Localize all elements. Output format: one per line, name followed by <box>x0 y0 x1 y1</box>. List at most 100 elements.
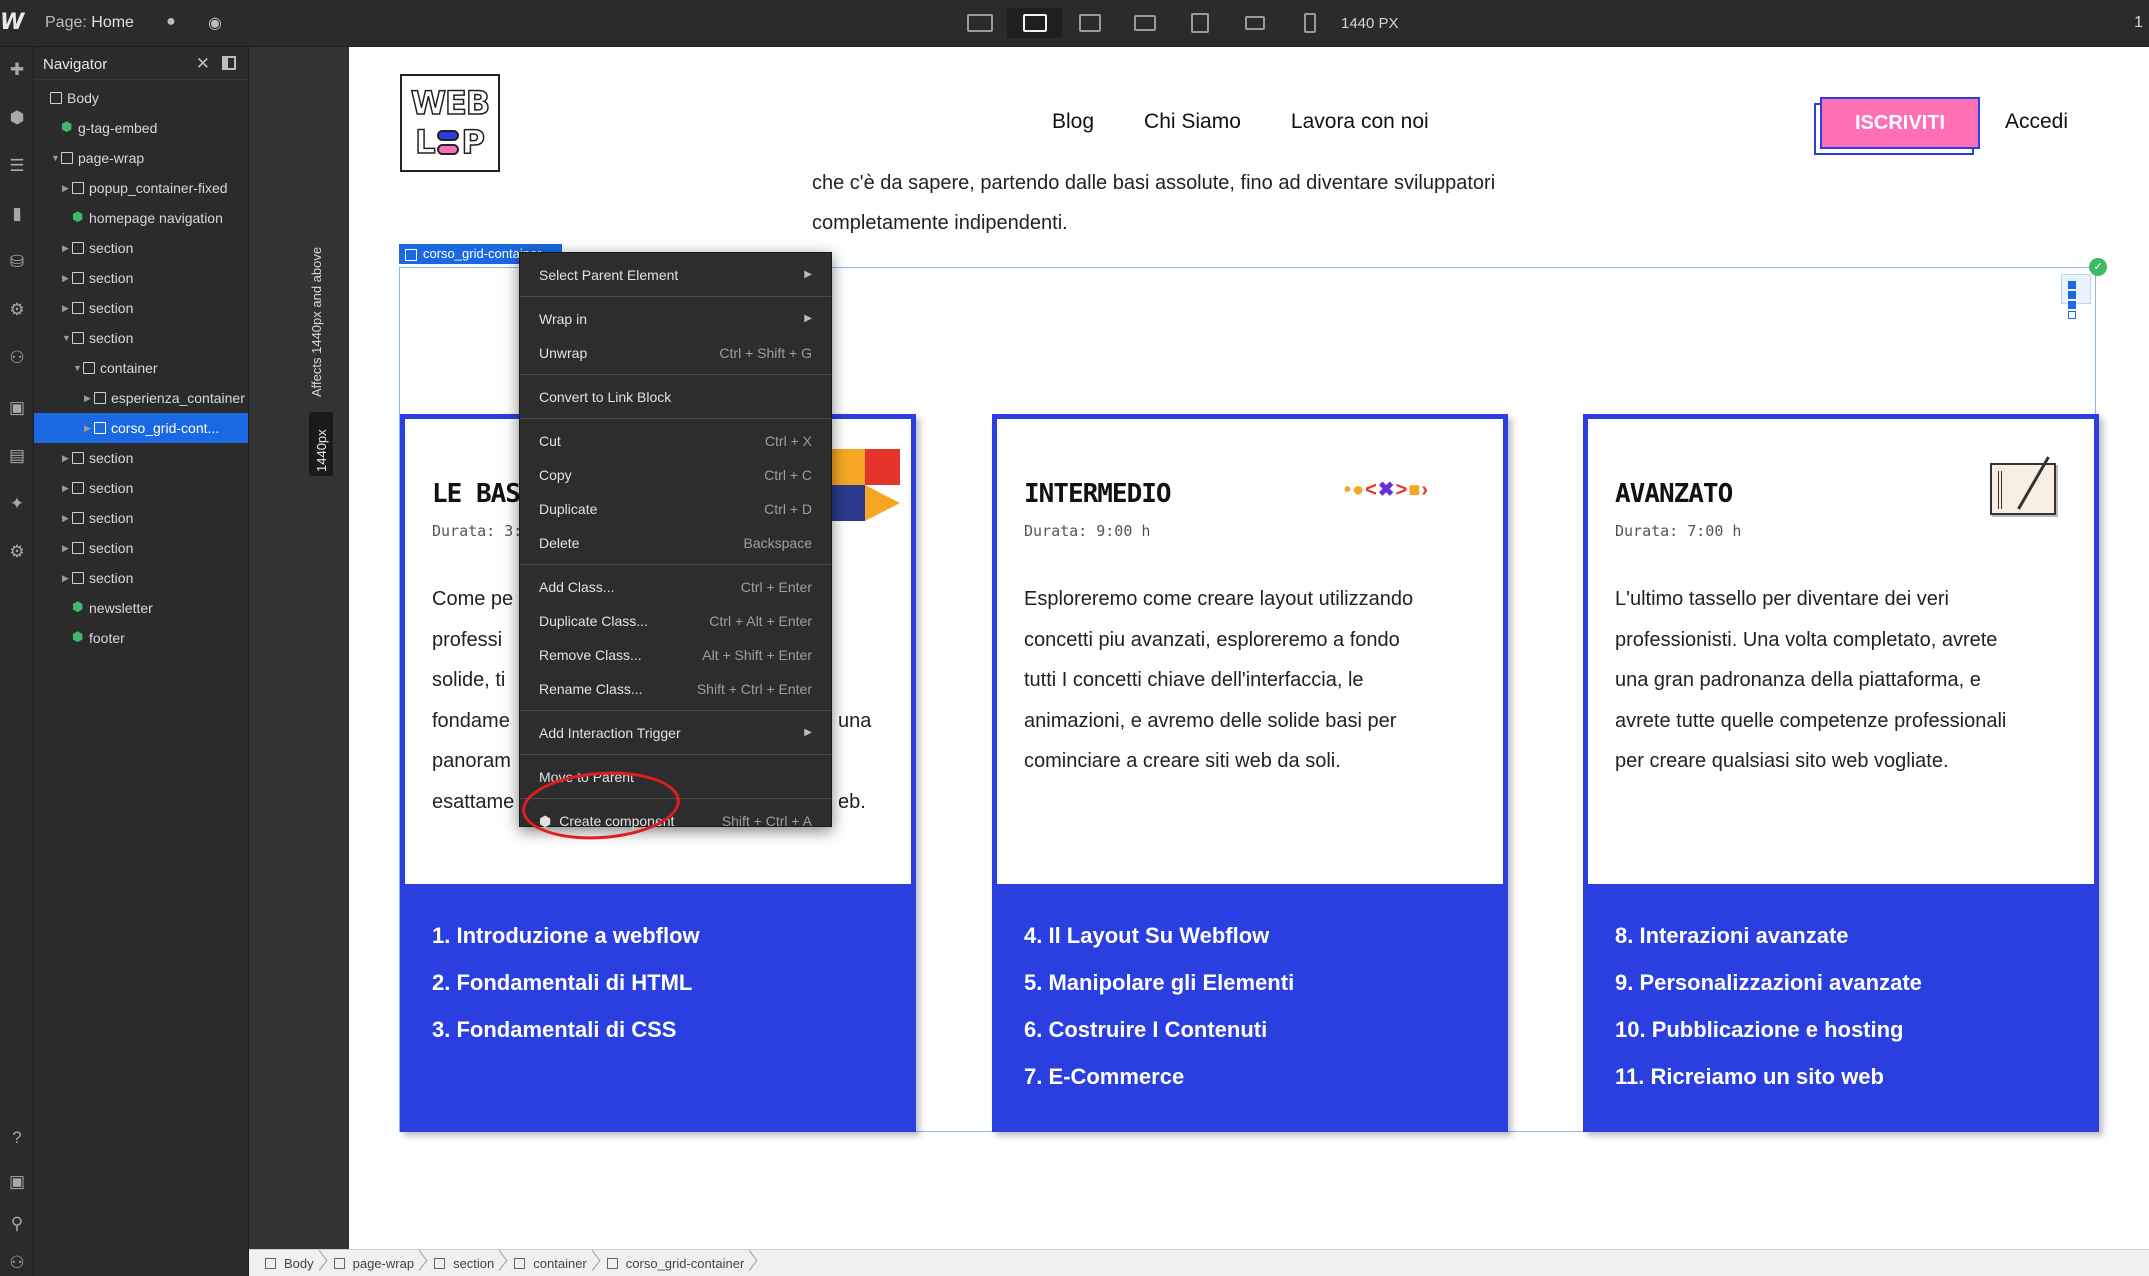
context-menu-item[interactable]: Unwrap Ctrl + Shift + G <box>520 336 831 370</box>
course-card[interactable]: AVANZATO Durata: 7:00 h L'ultimo tassell… <box>1583 414 2099 1132</box>
context-menu-item[interactable]: Remove Class... Alt + Shift + Enter <box>520 638 831 672</box>
navigator-node[interactable]: ⬢ newsletter <box>34 593 248 623</box>
lesson-item[interactable]: 4. Il Layout Su Webflow <box>1024 912 1508 959</box>
breakpoint-star-desktop-icon[interactable] <box>1117 8 1172 38</box>
search-icon[interactable]: ⚲ <box>6 1213 28 1235</box>
context-menu-item[interactable]: Duplicate Class... Ctrl + Alt + Enter <box>520 604 831 638</box>
navigator-node[interactable]: ▶ section <box>34 293 248 323</box>
navigator-node[interactable]: ▼ section <box>34 323 248 353</box>
lesson-item[interactable]: 2. Fondamentali di HTML <box>432 959 916 1006</box>
navigator-node[interactable]: ▶ section <box>34 233 248 263</box>
navigator-node[interactable]: ⬢ footer <box>34 623 248 653</box>
caret-right-icon[interactable]: ▶ <box>84 413 92 443</box>
navigator-node[interactable]: ▶ section <box>34 443 248 473</box>
ecommerce-icon[interactable]: ▣ <box>6 397 28 419</box>
accedi-link[interactable]: Accedi <box>2005 110 2068 134</box>
caret-down-icon[interactable]: ▼ <box>51 143 60 173</box>
lesson-item[interactable]: 7. E-Commerce <box>1024 1053 1508 1100</box>
breakpoint-base-icon[interactable] <box>1062 8 1117 38</box>
navigator-icon[interactable]: ☰ <box>6 155 28 177</box>
users-icon[interactable]: ⚇ <box>6 347 28 369</box>
context-menu-item[interactable]: Add Class... Ctrl + Enter <box>520 570 831 604</box>
navigator-node[interactable]: ▶ section <box>34 563 248 593</box>
navigator-node[interactable]: ▶ section <box>34 503 248 533</box>
caret-down-icon[interactable]: ▼ <box>62 323 71 353</box>
comments-icon[interactable]: ● <box>160 13 182 33</box>
preview-eye-icon[interactable]: ◉ <box>204 13 226 33</box>
navigator-node[interactable]: Body <box>34 83 248 113</box>
caret-right-icon[interactable]: ▶ <box>62 473 70 503</box>
breakpoint-mobile-landscape-icon[interactable] <box>1227 8 1282 38</box>
collaborators-icon[interactable]: ⚇ <box>6 1252 28 1274</box>
grid-settings-icon[interactable] <box>2061 274 2091 319</box>
navigator-node[interactable]: ▼ page-wrap <box>34 143 248 173</box>
cms-icon[interactable]: ⛁ <box>6 251 28 273</box>
context-menu-item[interactable]: Rename Class... Shift + Ctrl + Enter <box>520 672 831 706</box>
caret-right-icon[interactable]: ▶ <box>62 503 70 533</box>
lesson-item[interactable]: 10. Pubblicazione e hosting <box>1615 1006 2099 1053</box>
pages-icon[interactable]: ▮ <box>6 203 28 225</box>
breadcrumb-item[interactable]: page-wrap <box>328 1250 428 1276</box>
breadcrumb-item[interactable]: container <box>508 1250 600 1276</box>
audit-icon[interactable]: ▣ <box>6 1171 28 1193</box>
context-menu-item[interactable]: Duplicate Ctrl + D <box>520 492 831 526</box>
caret-right-icon[interactable]: ▶ <box>62 263 70 293</box>
caret-right-icon[interactable]: ▶ <box>62 443 70 473</box>
context-menu-item[interactable]: Cut Ctrl + X <box>520 424 831 458</box>
breakpoint-large-desktop-icon[interactable] <box>952 8 1007 38</box>
navigator-node[interactable]: ▶ esperienza_container <box>34 383 248 413</box>
site-logo[interactable]: WEB L P <box>400 74 500 172</box>
dock-panel-icon[interactable] <box>222 56 236 70</box>
context-menu-item[interactable]: Convert to Link Block <box>520 380 831 414</box>
iscriviti-button[interactable]: ISCRIVITI <box>1820 97 1980 149</box>
navigator-node[interactable]: ▶ popup_container-fixed <box>34 173 248 203</box>
lesson-item[interactable]: 8. Interazioni avanzate <box>1615 912 2099 959</box>
breakpoint-tablet-icon[interactable] <box>1172 8 1227 38</box>
caret-right-icon[interactable]: ▶ <box>84 383 92 413</box>
lesson-item[interactable]: 5. Manipolare gli Elementi <box>1024 959 1508 1006</box>
lesson-item[interactable]: 6. Costruire I Contenuti <box>1024 1006 1508 1053</box>
nav-link[interactable]: Chi Siamo <box>1144 110 1241 134</box>
breadcrumb-item[interactable]: section <box>428 1250 508 1276</box>
lesson-item[interactable]: 1. Introduzione a webflow <box>432 912 916 959</box>
breadcrumb-item[interactable]: Body <box>259 1250 328 1276</box>
navigator-node[interactable]: ▶ section <box>34 263 248 293</box>
context-menu-item[interactable]: Delete Backspace <box>520 526 831 560</box>
navigator-node[interactable]: ⬢ g-tag-embed <box>34 113 248 143</box>
apps-icon[interactable]: ✦ <box>6 493 28 515</box>
assets-icon[interactable]: ▤ <box>6 445 28 467</box>
context-menu-item[interactable]: Add Interaction Trigger ▶ <box>520 716 831 750</box>
add-panel-icon[interactable]: ✚ <box>6 59 28 81</box>
caret-right-icon[interactable]: ▶ <box>62 173 70 203</box>
components-icon[interactable]: ⬢ <box>6 107 28 129</box>
lesson-item[interactable]: 11. Ricreiamo un sito web <box>1615 1053 2099 1100</box>
lesson-item[interactable]: 3. Fondamentali di CSS <box>432 1006 916 1053</box>
navigator-node[interactable]: ▶ section <box>34 533 248 563</box>
caret-right-icon[interactable]: ▶ <box>62 233 70 263</box>
help-icon[interactable]: ? <box>6 1127 28 1149</box>
breakpoint-desktop-icon[interactable] <box>1007 8 1062 38</box>
navigator-node[interactable]: ▶ corso_grid-cont... <box>34 413 248 443</box>
nav-link[interactable]: Lavora con noi <box>1291 110 1429 134</box>
navigator-node[interactable]: ▶ section <box>34 473 248 503</box>
breakpoint-mobile-portrait-icon[interactable] <box>1282 8 1337 38</box>
course-card[interactable]: INTERMEDIO Durata: 9:00 h Esploreremo co… <box>992 414 1508 1132</box>
card-description-tail: una <box>838 709 872 732</box>
caret-right-icon[interactable]: ▶ <box>62 563 70 593</box>
context-menu-item[interactable]: Wrap in ▶ <box>520 302 831 336</box>
context-menu-item[interactable]: Select Parent Element ▶ <box>520 258 831 292</box>
lesson-item[interactable]: 9. Personalizzazioni avanzate <box>1615 959 2099 1006</box>
close-icon[interactable]: ✕ <box>196 54 210 74</box>
caret-right-icon[interactable]: ▶ <box>62 293 70 323</box>
context-menu-item[interactable]: Copy Ctrl + C <box>520 458 831 492</box>
navigator-node[interactable]: ▼ container <box>34 353 248 383</box>
caret-down-icon[interactable]: ▼ <box>73 353 82 383</box>
navigator-node[interactable]: ⬢ homepage navigation <box>34 203 248 233</box>
caret-right-icon[interactable]: ▶ <box>62 533 70 563</box>
logic-icon[interactable]: ⚙ <box>6 299 28 321</box>
webflow-logo[interactable]: W <box>0 10 28 38</box>
settings-icon[interactable]: ⚙ <box>6 541 28 563</box>
page-selector[interactable]: Page: Home <box>45 14 134 32</box>
breadcrumb-item[interactable]: corso_grid-container <box>601 1250 759 1276</box>
nav-link[interactable]: Blog <box>1052 110 1094 134</box>
